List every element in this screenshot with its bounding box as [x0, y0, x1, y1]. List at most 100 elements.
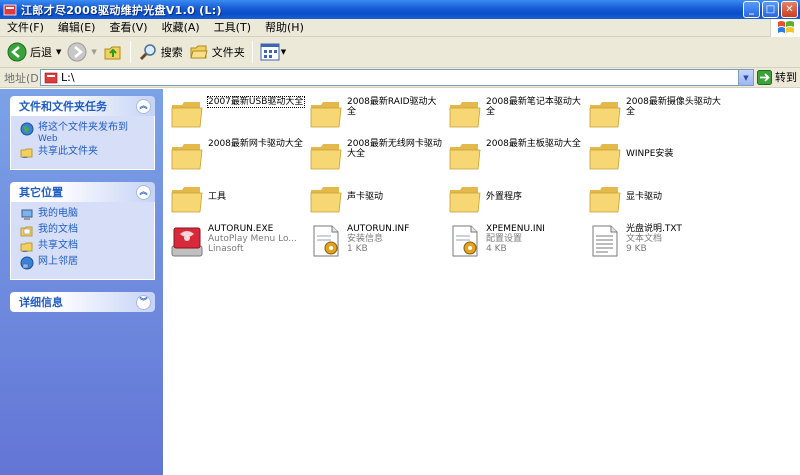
file-item[interactable]: XPEMENU.INI 配置设置 4 KB	[448, 224, 582, 258]
title-bar[interactable]: 江郎才尽2008驱动维护光盘V1.0 (L:) _ □ ✕	[0, 0, 800, 19]
folder-item[interactable]: WINPE安装	[588, 139, 722, 173]
other-places-panel: 其它位置 ︽ 我的电脑 我的文档 共享文档 网上邻居	[10, 182, 155, 280]
menu-edit[interactable]: 编辑(E)	[51, 19, 103, 37]
close-button[interactable]: ✕	[781, 1, 798, 18]
back-button[interactable]: 后退 ▼	[4, 39, 64, 65]
publish-folder-web-link[interactable]: 将这个文件夹发布到 Web	[20, 122, 148, 144]
address-dropdown-icon[interactable]: ▼	[738, 70, 753, 85]
menu-view[interactable]: 查看(V)	[102, 19, 154, 37]
search-label: 搜索	[160, 46, 183, 59]
panel-title: 文件和文件夹任务	[19, 100, 107, 113]
file-size: 9 KB	[626, 244, 647, 254]
file-name: XPEMENU.INI	[486, 224, 545, 234]
file-company: Linasoft	[208, 244, 244, 254]
panel-title: 详细信息	[19, 296, 63, 309]
folders-button[interactable]: 文件夹	[186, 39, 248, 65]
folder-name: 2008最新RAID驱动大全	[347, 97, 437, 117]
up-folder-button[interactable]	[100, 39, 126, 65]
file-list-view[interactable]: 2007最新USB驱动大全 2008最新RAID驱动大全 2008最新笔记本驱动…	[163, 89, 800, 475]
share-folder-link[interactable]: 共享此文件夹	[20, 146, 148, 160]
place-label: 我的电脑	[38, 208, 78, 219]
menu-tools[interactable]: 工具(T)	[207, 19, 258, 37]
views-dropdown-icon[interactable]: ▼	[281, 48, 286, 56]
file-folder-tasks-panel: 文件和文件夹任务 ︽ 将这个文件夹发布到 Web 共享此文件夹	[10, 96, 155, 170]
folder-icon	[449, 187, 481, 213]
folder-item[interactable]: 2008最新主板驱动大全	[448, 139, 582, 173]
forward-button[interactable]: ▼	[64, 39, 99, 65]
go-label: 转到	[775, 71, 797, 84]
folder-icon	[310, 102, 342, 128]
inf-file-icon	[313, 225, 339, 257]
minimize-glyph: _	[749, 4, 754, 15]
folder-item[interactable]: 2008最新网卡驱动大全	[170, 139, 304, 173]
folder-name: 外置程序	[486, 192, 523, 202]
folder-name: 2008最新笔记本驱动大全	[486, 97, 581, 117]
folder-icon	[449, 102, 481, 128]
toolbar: 后退 ▼ ▼ 搜索 文件夹 ▼	[0, 37, 800, 68]
folder-item[interactable]: 显卡驱动	[588, 182, 722, 216]
menu-file[interactable]: 文件(F)	[0, 19, 51, 37]
maximize-button[interactable]: □	[762, 1, 779, 18]
window-title: 江郎才尽2008驱动维护光盘V1.0 (L:)	[21, 3, 222, 17]
file-size: 4 KB	[486, 244, 507, 254]
folder-icon	[589, 144, 621, 170]
folder-item[interactable]: 2008最新摄像头驱动大全	[588, 97, 722, 131]
file-folder-tasks-header[interactable]: 文件和文件夹任务 ︽	[10, 96, 155, 116]
folder-icon	[310, 187, 342, 213]
expand-chevron-icon[interactable]: ︾	[136, 294, 151, 310]
menu-help[interactable]: 帮助(H)	[258, 19, 311, 37]
folder-item[interactable]: 声卡驱动	[309, 182, 443, 216]
other-places-header[interactable]: 其它位置 ︽	[10, 182, 155, 202]
txt-file-icon	[592, 225, 618, 257]
folder-name: 2008最新无线网卡驱动大全	[347, 139, 442, 159]
address-label: 地址(D)	[4, 71, 44, 85]
file-name: AUTORUN.EXE	[208, 224, 274, 234]
folders-icon	[190, 45, 208, 59]
go-button[interactable]: 转到	[757, 69, 797, 85]
folder-icon	[171, 144, 203, 170]
folder-name: 2008最新摄像头驱动大全	[626, 97, 721, 117]
search-button[interactable]: 搜索	[135, 39, 186, 65]
file-type: AutoPlay Menu Lo...	[208, 234, 297, 244]
folder-name: 显卡驱动	[626, 192, 663, 202]
my-computer-link[interactable]: 我的电脑	[20, 208, 148, 222]
collapse-chevron-icon[interactable]: ︽	[136, 184, 151, 200]
forward-dropdown-icon[interactable]: ▼	[91, 48, 96, 56]
my-documents-icon	[20, 226, 33, 237]
windows-logo-icon	[770, 19, 800, 37]
folder-name: WINPE安装	[626, 149, 674, 159]
task-label: 共享此文件夹	[38, 146, 98, 157]
file-item[interactable]: AUTORUN.EXE AutoPlay Menu Lo... Linasoft	[170, 224, 304, 258]
forward-arrow-icon	[67, 42, 87, 62]
folder-item[interactable]: 2008最新RAID驱动大全	[309, 97, 443, 131]
folder-icon	[589, 187, 621, 213]
views-button[interactable]: ▼	[257, 39, 289, 65]
menu-bar: 文件(F) 编辑(E) 查看(V) 收藏(A) 工具(T) 帮助(H)	[0, 19, 800, 37]
network-places-icon	[20, 256, 34, 270]
folder-name: 2008最新网卡驱动大全	[208, 139, 303, 149]
folder-item[interactable]: 2007最新USB驱动大全	[170, 96, 305, 131]
close-glyph: ✕	[785, 4, 794, 15]
folder-item[interactable]: 2008最新无线网卡驱动大全	[309, 139, 443, 173]
maximize-glyph: □	[765, 4, 776, 15]
my-documents-link[interactable]: 我的文档	[20, 224, 148, 238]
details-header[interactable]: 详细信息 ︾	[10, 292, 155, 312]
address-input[interactable]: L:\ ▼	[40, 69, 754, 86]
collapse-chevron-icon[interactable]: ︽	[136, 98, 151, 114]
back-dropdown-icon[interactable]: ▼	[56, 48, 61, 56]
file-size: 1 KB	[347, 244, 368, 254]
file-item[interactable]: AUTORUN.INF 安装信息 1 KB	[309, 224, 443, 258]
minimize-button[interactable]: _	[743, 1, 760, 18]
folder-item[interactable]: 工具	[170, 182, 304, 216]
shared-documents-link[interactable]: 共享文档	[20, 240, 148, 254]
file-name: AUTORUN.INF	[347, 224, 410, 234]
my-computer-icon	[21, 209, 33, 220]
network-places-link[interactable]: 网上邻居	[20, 256, 148, 270]
menu-favorites[interactable]: 收藏(A)	[155, 19, 207, 37]
folder-item[interactable]: 2008最新笔记本驱动大全	[448, 97, 582, 131]
folder-icon	[589, 102, 621, 128]
views-icon	[260, 43, 280, 61]
file-item[interactable]: 光盘说明.TXT 文本文档 9 KB	[588, 224, 722, 258]
folder-item[interactable]: 外置程序	[448, 182, 582, 216]
task-pane: 文件和文件夹任务 ︽ 将这个文件夹发布到 Web 共享此文件夹 其它位置 ︽ 我…	[0, 89, 163, 475]
